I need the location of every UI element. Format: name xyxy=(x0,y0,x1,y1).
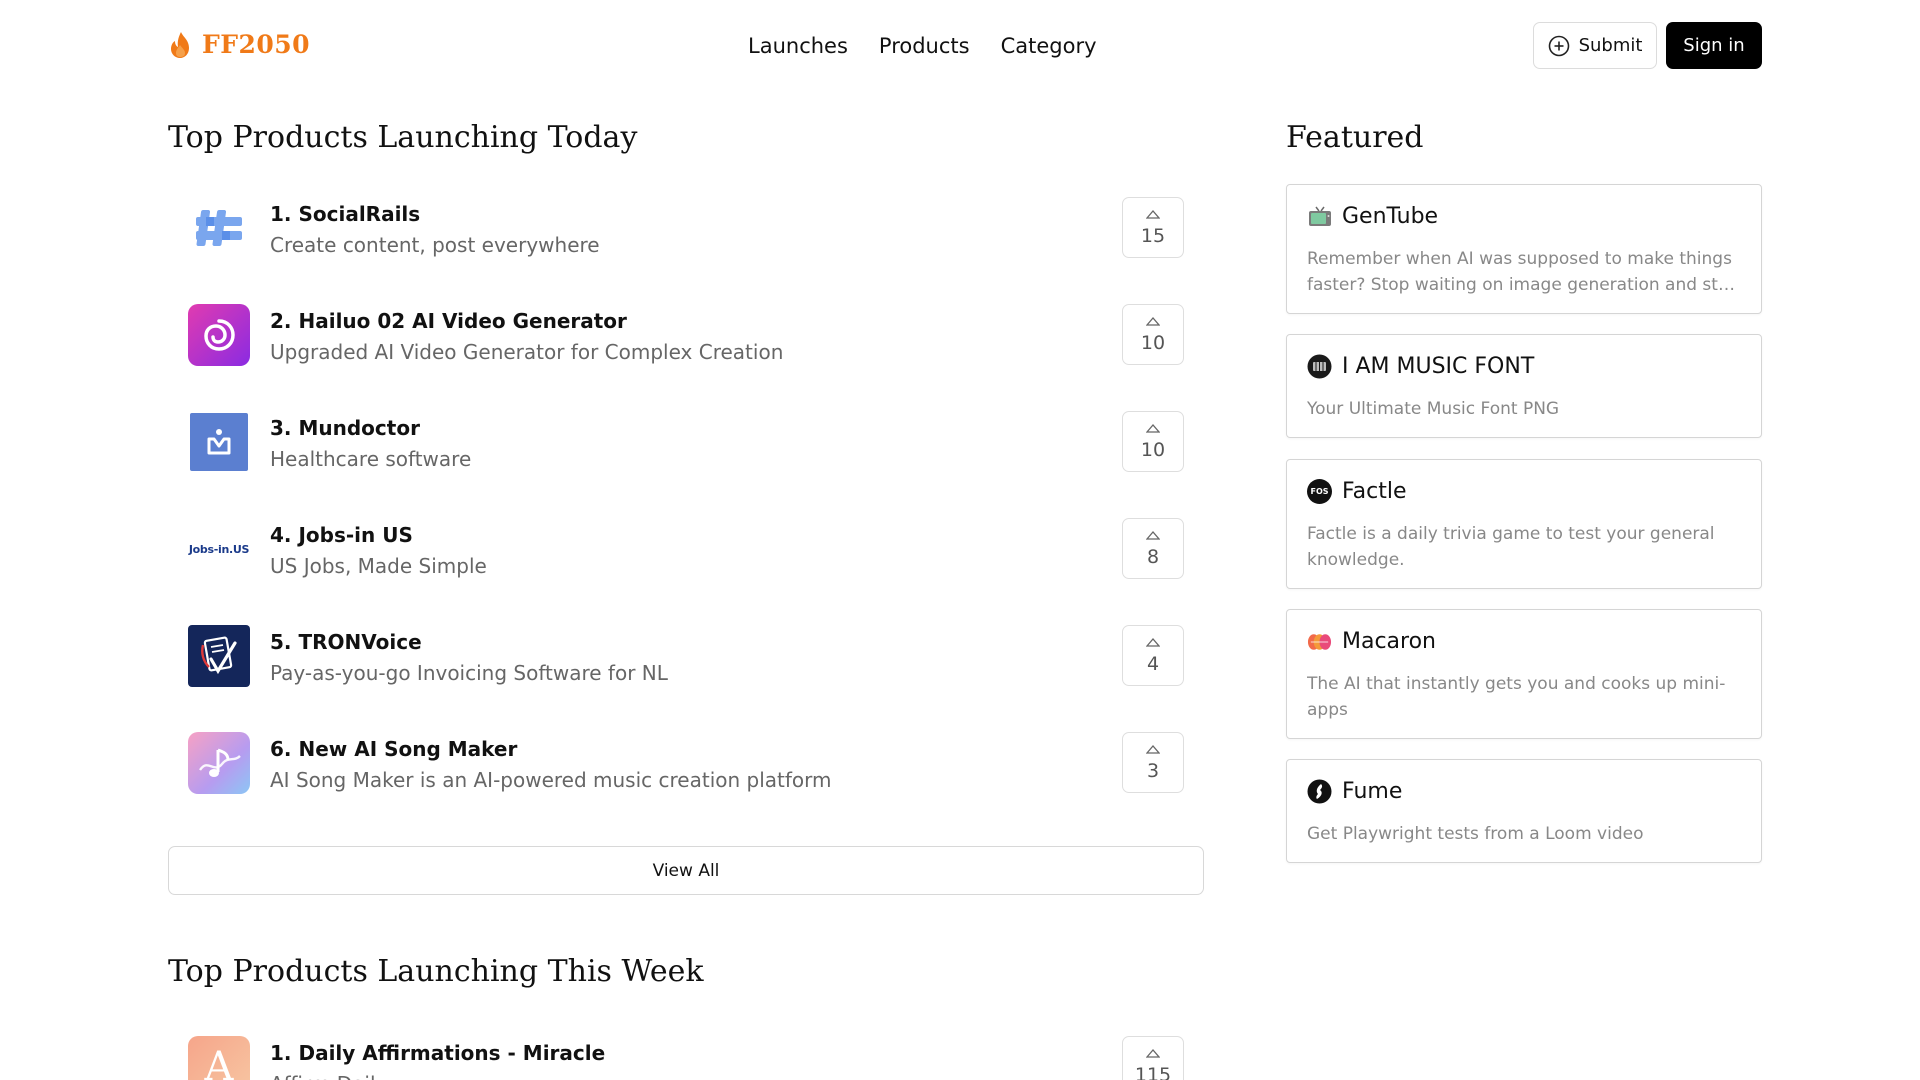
fos-icon-text: FOS xyxy=(1307,479,1332,504)
triangle-up-icon xyxy=(1146,1048,1160,1058)
upvote-button[interactable]: 15 xyxy=(1122,197,1184,258)
product-row[interactable]: 5. TRONVoice Pay-as-you-go Invoicing Sof… xyxy=(168,610,1204,717)
product-tagline: AI Song Maker is an AI-powered music cre… xyxy=(270,768,832,792)
tronvoice-logo xyxy=(188,625,250,687)
section-title-featured: Featured xyxy=(1286,120,1424,155)
product-row[interactable]: 3. Mundoctor Healthcare software 10 xyxy=(168,396,1204,503)
product-tagline: US Jobs, Made Simple xyxy=(270,554,487,578)
upvote-button[interactable]: 8 xyxy=(1122,518,1184,579)
vote-count: 115 xyxy=(1134,1063,1172,1080)
product-tagline: Affirm Daily xyxy=(270,1072,387,1080)
featured-head: Fume xyxy=(1307,779,1402,804)
macaron-icon xyxy=(1307,629,1332,654)
main-nav: Launches Products Category xyxy=(748,30,1097,62)
section-title-week: Top Products Launching This Week xyxy=(168,954,704,989)
week-product-list: A 1. Daily Affirmations - Miracle Affirm… xyxy=(168,1021,1204,1080)
featured-card-fume[interactable]: Fume Get Playwright tests from a Loom vi… xyxy=(1286,759,1762,863)
submit-button[interactable]: Submit xyxy=(1533,22,1657,69)
product-row[interactable]: A 1. Daily Affirmations - Miracle Affirm… xyxy=(168,1021,1204,1080)
triangle-up-icon xyxy=(1146,530,1160,540)
triangle-up-icon xyxy=(1146,423,1160,433)
logo-text: FF2050 xyxy=(202,30,311,59)
vote-count: 8 xyxy=(1146,545,1160,568)
featured-desc: Get Playwright tests from a Loom video xyxy=(1307,824,1644,844)
product-name[interactable]: 3. Mundoctor xyxy=(270,416,420,440)
featured-desc: Factle is a daily trivia game to test yo… xyxy=(1307,524,1715,570)
vote-count: 10 xyxy=(1140,438,1166,461)
jobs-in-us-logo: Jobs-in.US xyxy=(188,518,250,580)
product-tagline: Pay-as-you-go Invoicing Software for NL xyxy=(270,661,668,685)
logo[interactable]: FF2050 xyxy=(168,30,310,59)
flame-icon xyxy=(171,31,189,58)
product-row[interactable]: 6. New AI Song Maker AI Song Maker is an… xyxy=(168,717,1204,824)
featured-desc: Your Ultimate Music Font PNG xyxy=(1307,399,1560,419)
upvote-button[interactable]: 4 xyxy=(1122,625,1184,686)
today-product-list: 1. SocialRails Create content, post ever… xyxy=(168,182,1204,824)
featured-head: I AM MUSIC FONT xyxy=(1307,354,1534,379)
jobs-in-us-logo-text: Jobs-in.US xyxy=(188,542,250,556)
daily-affirmations-logo: A xyxy=(188,1036,250,1080)
triangle-up-icon xyxy=(1146,209,1160,219)
vote-count: 10 xyxy=(1140,331,1166,354)
featured-card-factle[interactable]: FOS Factle Factle is a daily trivia game… xyxy=(1286,459,1762,589)
fume-icon xyxy=(1307,779,1332,804)
featured-name: Macaron xyxy=(1342,629,1437,654)
triangle-up-icon xyxy=(1146,744,1160,754)
fos-icon: FOS xyxy=(1307,479,1332,504)
product-name[interactable]: 5. TRONVoice xyxy=(270,630,422,654)
triangle-up-icon xyxy=(1146,637,1160,647)
hailuo-logo xyxy=(188,304,250,366)
product-row[interactable]: 2. Hailuo 02 AI Video Generator Upgraded… xyxy=(168,289,1204,396)
featured-head: GenTube xyxy=(1307,204,1438,229)
featured-name: Fume xyxy=(1342,779,1403,804)
mundoctor-logo xyxy=(190,413,248,471)
featured-name: GenTube xyxy=(1342,204,1439,229)
triangle-up-icon xyxy=(1146,316,1160,326)
product-tagline: Healthcare software xyxy=(270,447,472,471)
product-name[interactable]: 1. SocialRails xyxy=(270,202,420,226)
socialrails-logo xyxy=(188,197,250,259)
submit-label: Submit xyxy=(1578,35,1643,56)
product-name[interactable]: 2. Hailuo 02 AI Video Generator xyxy=(270,309,627,333)
song-maker-logo xyxy=(188,732,250,794)
upvote-button[interactable]: 10 xyxy=(1122,411,1184,472)
section-title-today: Top Products Launching Today xyxy=(168,120,638,155)
vote-count: 15 xyxy=(1140,224,1166,247)
tv-icon xyxy=(1307,204,1332,229)
featured-desc: Remember when AI was supposed to make th… xyxy=(1307,249,1743,295)
upvote-button[interactable]: 3 xyxy=(1122,732,1184,793)
vote-count: 4 xyxy=(1146,652,1160,675)
product-name[interactable]: 4. Jobs-in US xyxy=(270,523,413,547)
vote-count: 3 xyxy=(1146,759,1160,782)
upvote-button[interactable]: 115 xyxy=(1122,1036,1184,1080)
nav-products[interactable]: Products xyxy=(879,30,970,62)
nav-launches[interactable]: Launches xyxy=(748,30,848,62)
featured-desc: The AI that instantly gets you and cooks… xyxy=(1307,674,1726,720)
plus-circle-icon xyxy=(1548,35,1569,56)
daily-affirmations-logo-text: A xyxy=(204,1044,234,1080)
music-font-icon xyxy=(1307,354,1332,379)
nav-category[interactable]: Category xyxy=(1001,30,1097,62)
product-tagline: Upgraded AI Video Generator for Complex … xyxy=(270,340,784,364)
featured-head: FOS Factle xyxy=(1307,479,1407,504)
sign-in-button[interactable]: Sign in xyxy=(1666,22,1762,69)
product-name[interactable]: 1. Daily Affirmations - Miracle xyxy=(270,1041,605,1065)
upvote-button[interactable]: 10 xyxy=(1122,304,1184,365)
product-name[interactable]: 6. New AI Song Maker xyxy=(270,737,517,761)
featured-name: Factle xyxy=(1342,479,1407,504)
featured-card-macaron[interactable]: Macaron The AI that instantly gets you a… xyxy=(1286,609,1762,739)
product-row[interactable]: 1. SocialRails Create content, post ever… xyxy=(168,182,1204,289)
view-all-button[interactable]: View All xyxy=(168,846,1204,895)
featured-card-music-font[interactable]: I AM MUSIC FONT Your Ultimate Music Font… xyxy=(1286,334,1762,438)
featured-head: Macaron xyxy=(1307,629,1436,654)
featured-card-gentube[interactable]: GenTube Remember when AI was supposed to… xyxy=(1286,184,1762,314)
product-row[interactable]: Jobs-in.US 4. Jobs-in US US Jobs, Made S… xyxy=(168,503,1204,610)
product-tagline: Create content, post everywhere xyxy=(270,233,600,257)
site-header: FF2050 Launches Products Category Submit… xyxy=(0,0,1920,92)
featured-name: I AM MUSIC FONT xyxy=(1342,354,1535,379)
